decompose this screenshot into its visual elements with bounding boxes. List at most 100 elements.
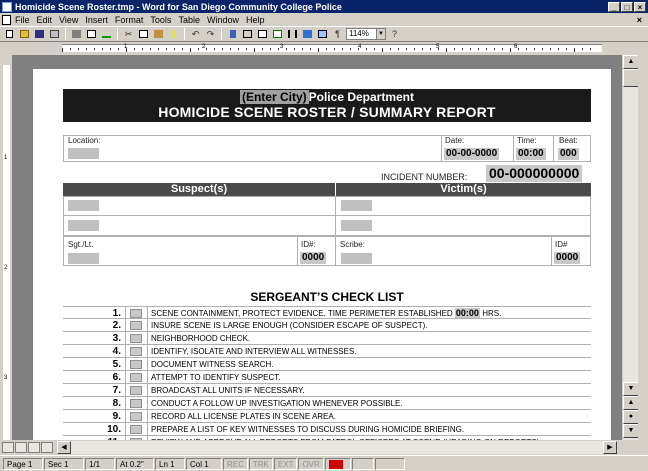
status-blank-1 [351, 457, 374, 470]
undo-icon[interactable]: ↶ [189, 28, 202, 40]
id-label: ID#: [301, 240, 316, 249]
checklist-checkbox[interactable] [130, 412, 142, 421]
scroll-up-arrow-icon[interactable]: ▲ [623, 55, 639, 69]
scroll-thumb[interactable] [623, 69, 639, 87]
tables-borders-icon[interactable] [241, 28, 254, 40]
checklist-checkbox[interactable] [130, 334, 142, 343]
horizontal-ruler[interactable]: 123456 [0, 43, 648, 53]
status-rec[interactable]: REC [223, 457, 248, 470]
document-area[interactable]: (Enter City) Police Department HOMICIDE S… [12, 55, 622, 440]
vertical-ruler[interactable]: 123 [0, 55, 12, 440]
menu-view[interactable]: View [59, 15, 78, 25]
insert-excel-icon[interactable] [271, 28, 284, 40]
checklist-number: 2. [112, 320, 121, 331]
horizontal-scroll-track[interactable]: ◀ ▶ [57, 440, 617, 454]
beat-field[interactable]: 000 [558, 148, 579, 160]
new-icon[interactable] [3, 28, 16, 40]
checklist-checkbox[interactable] [130, 321, 142, 330]
help-icon[interactable]: ? [388, 28, 401, 40]
normal-view-icon[interactable] [2, 441, 14, 453]
status-ovr[interactable]: OVR [298, 457, 324, 470]
cut-icon[interactable]: ✂ [122, 28, 135, 40]
status-trk[interactable]: TRK [248, 457, 273, 470]
checklist-row: 7. BROADCAST ALL UNITS IF NECESSARY. [63, 384, 591, 397]
close-document-icon[interactable]: × [637, 15, 642, 25]
menu-window[interactable]: Window [207, 15, 239, 25]
toolbar-separator [65, 28, 66, 40]
drawing-icon[interactable] [301, 28, 314, 40]
select-browse-object-icon[interactable]: ● [623, 410, 639, 424]
document-page[interactable]: (Enter City) Police Department HOMICIDE S… [33, 69, 611, 440]
outline-view-icon[interactable] [41, 441, 53, 453]
document-map-icon[interactable] [316, 28, 329, 40]
time-field[interactable]: 00:00 [516, 148, 546, 160]
columns-icon[interactable] [286, 28, 299, 40]
toolbar-separator [184, 28, 185, 40]
checklist-checkbox[interactable] [130, 360, 142, 369]
sgt-field[interactable] [68, 253, 99, 264]
print-preview-icon[interactable] [85, 28, 98, 40]
checklist-checkbox[interactable] [130, 347, 142, 356]
checklist-text: CONDUCT A FOLLOW UP INVESTIGATION WHENEV… [151, 399, 403, 408]
checklist-checkbox[interactable] [130, 425, 142, 434]
scroll-down-arrow-icon[interactable]: ▼ [623, 382, 639, 396]
save-icon[interactable] [33, 28, 46, 40]
date-label: Date: [445, 136, 465, 145]
minimize-button[interactable]: _ [608, 1, 620, 12]
incident-number-field[interactable]: 00-000000000 [486, 165, 583, 182]
scroll-right-arrow-icon[interactable]: ▶ [603, 440, 617, 454]
redo-icon[interactable]: ↷ [204, 28, 217, 40]
checklist-number: 10. [107, 424, 121, 435]
document-icon[interactable] [2, 14, 11, 25]
suspect-field-1[interactable] [68, 200, 99, 211]
location-field[interactable] [68, 148, 99, 159]
menu-insert[interactable]: Insert [85, 15, 108, 25]
menu-edit[interactable]: Edit [37, 15, 53, 25]
status-ext[interactable]: EXT [273, 457, 298, 470]
checklist-text: DOCUMENT WITNESS SEARCH. [151, 360, 274, 369]
date-field[interactable]: 00-00-0000 [444, 148, 500, 160]
checklist-checkbox[interactable] [130, 399, 142, 408]
scribe-id-field[interactable]: 0000 [554, 252, 581, 264]
checklist-text: BROADCAST ALL UNITS IF NECESSARY. [151, 386, 305, 395]
spelling-status-icon[interactable] [324, 457, 351, 470]
email-icon[interactable] [48, 28, 61, 40]
perimeter-time-field[interactable]: 00:00 [454, 308, 480, 318]
maximize-button[interactable]: □ [621, 1, 633, 12]
insert-table-icon[interactable] [256, 28, 269, 40]
paste-icon[interactable] [152, 28, 165, 40]
vertical-scrollbar[interactable]: ▲ ▼ ▲ ● ▼ [622, 55, 639, 440]
checklist-checkbox[interactable] [130, 309, 142, 318]
menu-bar: File Edit View Insert Format Tools Table… [0, 13, 648, 26]
menu-format[interactable]: Format [115, 15, 144, 25]
hyperlink-icon[interactable] [226, 28, 239, 40]
suspect-field-2[interactable] [68, 220, 99, 231]
incident-label: INCIDENT NUMBER: [381, 172, 468, 182]
menu-table[interactable]: Table [178, 15, 200, 25]
menu-file[interactable]: File [15, 15, 30, 25]
format-painter-icon[interactable] [167, 28, 180, 40]
victim-field-2[interactable] [341, 220, 372, 231]
sgt-id-field[interactable]: 0000 [300, 252, 327, 264]
print-icon[interactable] [70, 28, 83, 40]
scroll-left-arrow-icon[interactable]: ◀ [57, 440, 71, 454]
checklist-checkbox[interactable] [130, 386, 142, 395]
close-button[interactable]: × [634, 1, 646, 12]
menu-help[interactable]: Help [246, 15, 265, 25]
checklist-row: 9. RECORD ALL LICENSE PLATES IN SCENE ARE… [63, 410, 591, 423]
word-app-icon[interactable] [2, 1, 12, 12]
web-layout-icon[interactable] [15, 441, 27, 453]
zoom-select[interactable]: 114% ▼ [346, 28, 386, 40]
print-layout-icon[interactable] [28, 441, 40, 453]
open-icon[interactable] [18, 28, 31, 40]
victim-field-1[interactable] [341, 200, 372, 211]
previous-page-icon[interactable]: ▲ [623, 396, 639, 410]
checklist-checkbox[interactable] [130, 373, 142, 382]
spelling-icon[interactable] [100, 28, 113, 40]
copy-icon[interactable] [137, 28, 150, 40]
menu-tools[interactable]: Tools [150, 15, 171, 25]
city-field[interactable]: (Enter City) [239, 90, 309, 104]
next-page-icon[interactable]: ▼ [623, 424, 639, 438]
show-hide-icon[interactable]: ¶ [331, 28, 344, 40]
scribe-field[interactable] [341, 253, 372, 264]
